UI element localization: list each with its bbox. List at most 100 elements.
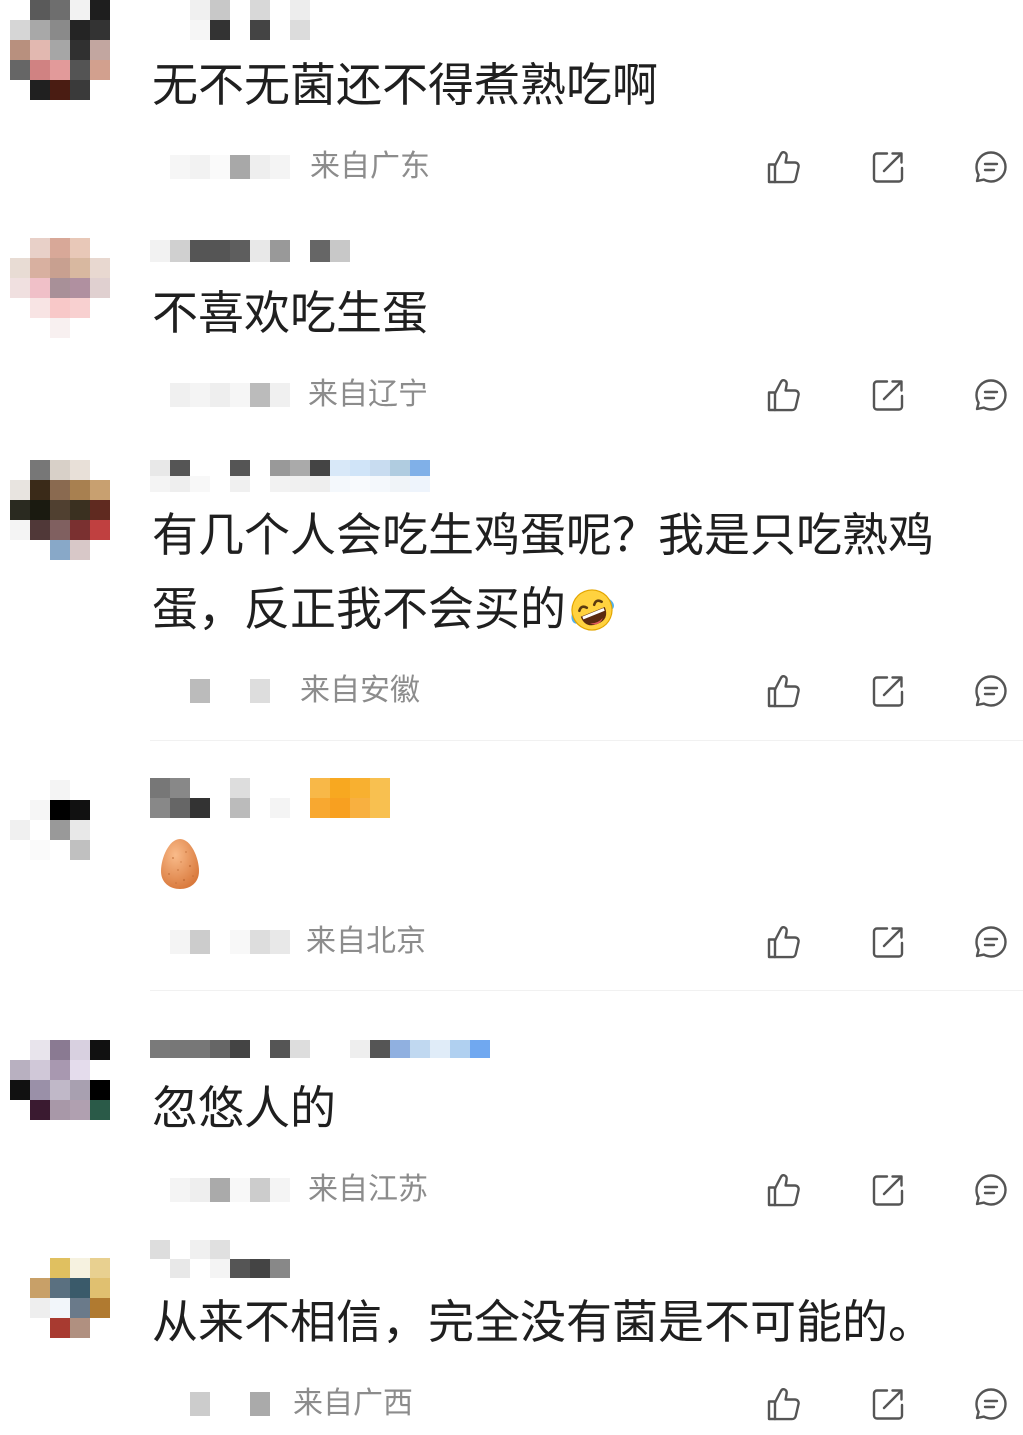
mosaic-block [350, 798, 370, 818]
mosaic-block [10, 238, 30, 258]
share-icon[interactable] [870, 924, 906, 960]
mosaic-block [10, 460, 30, 480]
username-pixelated[interactable] [150, 1040, 490, 1058]
comment-text: 忽悠人的 [152, 1071, 952, 1145]
comment-icon[interactable] [973, 1172, 1009, 1208]
mosaic-block [370, 778, 390, 798]
mosaic-block [150, 0, 170, 20]
mosaic-block [170, 778, 190, 798]
share-button[interactable] [870, 673, 906, 709]
comment-icon[interactable] [973, 149, 1009, 185]
like-icon[interactable] [766, 149, 802, 185]
share-button[interactable] [870, 1172, 906, 1208]
mosaic-block [390, 476, 410, 492]
mosaic-block [30, 800, 50, 820]
comment-meta: 来自广西 [0, 1384, 1023, 1424]
comment-icon[interactable] [973, 1386, 1009, 1422]
mosaic-block [90, 800, 110, 820]
reply-button[interactable] [973, 377, 1009, 413]
share-icon[interactable] [870, 377, 906, 413]
share-button[interactable] [870, 1386, 906, 1422]
like-button[interactable] [766, 924, 802, 960]
mosaic-block [310, 240, 330, 262]
mosaic-block [10, 800, 30, 820]
mosaic-row [150, 476, 430, 492]
mosaic-block [290, 460, 310, 476]
username-pixelated[interactable] [150, 240, 350, 262]
mosaic-block [190, 0, 210, 20]
like-icon[interactable] [766, 673, 802, 709]
mosaic-block [70, 238, 90, 258]
mosaic-block [150, 460, 170, 476]
mosaic-block [30, 780, 50, 800]
like-button[interactable] [766, 377, 802, 413]
mosaic-block [270, 155, 290, 179]
mosaic-block [30, 238, 50, 258]
comment-text-content: 无不无菌还不得煮熟吃啊 [152, 58, 658, 112]
comment-icon[interactable] [973, 673, 1009, 709]
mosaic-block [190, 778, 210, 798]
mosaic-block [250, 679, 270, 703]
mosaic-block [270, 778, 290, 798]
mosaic-block [170, 460, 190, 476]
username-pixelated[interactable] [150, 778, 390, 818]
like-button[interactable] [766, 673, 802, 709]
mosaic-block [310, 476, 330, 492]
username-pixelated[interactable] [150, 0, 310, 40]
mosaic-block [230, 460, 250, 476]
mosaic-block [430, 1040, 450, 1058]
mosaic-block [330, 798, 350, 818]
mosaic-block [290, 1040, 310, 1058]
mosaic-block [170, 679, 190, 703]
like-button[interactable] [766, 1172, 802, 1208]
location-label: 来自安徽 [300, 673, 420, 708]
mosaic-block [250, 240, 270, 262]
mosaic-row [10, 1258, 110, 1278]
like-icon[interactable] [766, 377, 802, 413]
mosaic-block [270, 679, 290, 703]
reply-button[interactable] [973, 673, 1009, 709]
share-button[interactable] [870, 924, 906, 960]
reply-button[interactable] [973, 1172, 1009, 1208]
share-icon[interactable] [870, 1172, 906, 1208]
mosaic-block [190, 1259, 210, 1278]
mosaic-block [270, 1392, 290, 1416]
like-button[interactable] [766, 1386, 802, 1422]
reply-button[interactable] [973, 1386, 1009, 1422]
comment-icon[interactable] [973, 377, 1009, 413]
reply-button[interactable] [973, 924, 1009, 960]
mosaic-row [10, 460, 110, 480]
username-pixelated[interactable] [150, 1240, 290, 1278]
share-icon[interactable] [870, 1386, 906, 1422]
mosaic-block [10, 258, 30, 278]
mosaic-block [190, 1240, 210, 1259]
divider [150, 990, 1023, 991]
mosaic-block [310, 460, 330, 476]
like-button[interactable] [766, 149, 802, 185]
mosaic-block [250, 1040, 270, 1058]
mosaic-block [310, 798, 330, 818]
mosaic-block [70, 258, 90, 278]
mosaic-block [230, 1392, 250, 1416]
mosaic-block [10, 780, 30, 800]
share-button[interactable] [870, 377, 906, 413]
mosaic-block [10, 480, 30, 500]
mosaic-block [190, 1392, 210, 1416]
share-icon[interactable] [870, 149, 906, 185]
reply-button[interactable] [973, 149, 1009, 185]
username-pixelated[interactable] [150, 460, 430, 492]
like-icon[interactable] [766, 1386, 802, 1422]
comment-body: 来自北京 [0, 823, 1023, 962]
mosaic-block [230, 155, 250, 179]
like-icon[interactable] [766, 1172, 802, 1208]
like-icon[interactable] [766, 924, 802, 960]
comment-icon[interactable] [973, 924, 1009, 960]
mosaic-block [150, 778, 170, 798]
mosaic-row [170, 930, 290, 954]
location-label: 来自北京 [306, 924, 426, 959]
comment-meta: 来自江苏 [0, 1170, 1023, 1210]
mosaic-block [210, 383, 230, 407]
share-button[interactable] [870, 149, 906, 185]
share-icon[interactable] [870, 673, 906, 709]
mosaic-block [350, 460, 370, 476]
